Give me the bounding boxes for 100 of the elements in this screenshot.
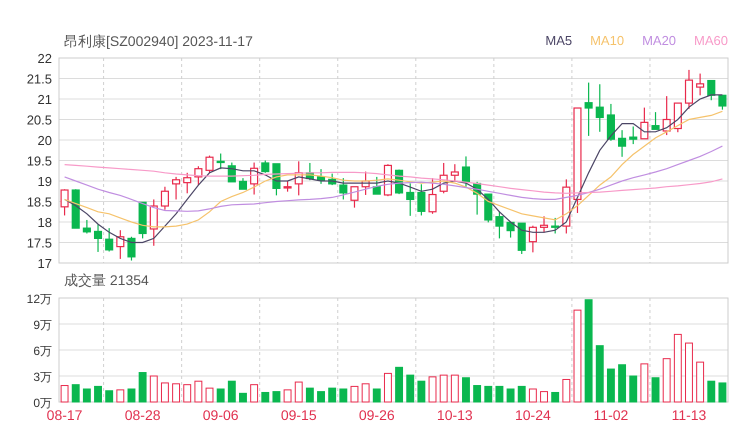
volume-bar <box>406 374 414 402</box>
x-axis-label: 10-24 <box>514 407 551 423</box>
volume-bar <box>362 383 370 402</box>
y-axis-label: 18.5 <box>26 194 52 210</box>
volume-bar <box>462 377 470 402</box>
candlestick <box>362 172 370 195</box>
candlestick <box>584 82 593 136</box>
volume-bar <box>618 364 626 402</box>
candlestick <box>450 164 459 182</box>
volume-bar <box>484 386 492 402</box>
volume-bar <box>261 392 270 402</box>
candlestick <box>160 186 169 210</box>
y-axis-label: 3万 <box>33 370 52 384</box>
volume-bar <box>473 385 482 402</box>
candlestick <box>205 156 214 173</box>
volume-bar <box>116 389 124 402</box>
volume-bar <box>194 380 202 402</box>
candlestick <box>284 181 292 192</box>
volume-title: 成交量 21354 <box>64 272 149 290</box>
volume-bar <box>272 391 280 402</box>
candlestick <box>216 154 225 170</box>
candlestick <box>316 169 326 184</box>
candlestick <box>261 160 270 173</box>
volume-bar <box>718 382 726 402</box>
candlestick <box>562 179 570 234</box>
y-axis-label: 22 <box>38 51 52 66</box>
candlestick <box>116 230 124 259</box>
candlestick <box>629 126 638 144</box>
volume-bar <box>384 372 392 402</box>
candlestick <box>484 194 492 222</box>
y-axis-label: 6万 <box>33 344 52 358</box>
volume-bar <box>450 374 459 402</box>
candlestick <box>183 172 192 194</box>
candlestick <box>640 108 648 140</box>
candlestick <box>250 162 258 195</box>
volume-bar <box>372 388 381 402</box>
volume-bar <box>428 376 436 402</box>
candlestick <box>172 176 180 200</box>
candlestick <box>339 178 348 200</box>
candlestick <box>528 226 537 252</box>
candlestick <box>606 104 615 141</box>
candlestick <box>428 178 437 214</box>
volume-bar <box>596 345 604 402</box>
candlestick <box>417 184 426 216</box>
volume-bar <box>328 388 336 402</box>
candlestick <box>651 112 660 130</box>
volume-bar <box>82 388 91 402</box>
volume-bar <box>551 392 560 402</box>
volume-bar <box>172 383 180 402</box>
volume-bar <box>150 376 158 402</box>
x-axis-label: 09-26 <box>358 407 395 423</box>
candlestick <box>60 189 69 216</box>
candlestick <box>306 162 314 180</box>
candlestick <box>540 216 548 233</box>
candlestick <box>350 186 359 208</box>
volume-bar <box>629 376 638 402</box>
candlestick <box>551 218 560 234</box>
volume-bar <box>72 384 80 402</box>
candlestick <box>684 70 694 109</box>
candlestick <box>440 162 448 194</box>
candlestick <box>518 222 526 254</box>
candlestick <box>72 189 80 229</box>
x-axis-label: 09-15 <box>280 407 317 423</box>
volume-bar <box>216 388 225 402</box>
volume-bar <box>339 388 348 402</box>
y-axis-label: 19.5 <box>26 154 52 168</box>
candlestick <box>495 211 504 238</box>
candlestick <box>462 156 470 187</box>
volume-bar <box>138 372 147 402</box>
candlestick <box>618 130 626 157</box>
x-axis-label: 08-28 <box>124 407 161 423</box>
volume-bar <box>440 374 448 402</box>
volume-bar <box>60 385 69 402</box>
volume-bar <box>128 388 136 402</box>
volume-bar <box>395 366 404 402</box>
y-axis-label: 0万 <box>33 396 52 410</box>
x-axis-label: 11-02 <box>594 407 628 423</box>
volume-bar <box>540 391 548 402</box>
y-axis-label: 17 <box>38 256 52 270</box>
y-axis-label: 12万 <box>26 292 52 306</box>
volume-bar <box>562 378 570 402</box>
volume-bar <box>662 358 671 402</box>
y-axis-label: 21.5 <box>26 72 52 86</box>
candlestick <box>473 182 482 215</box>
volume-bar <box>94 386 102 402</box>
volume-bar <box>674 334 682 402</box>
chart-title: 昂利康[SZ002940] 2023-11-17 <box>64 32 253 50</box>
volume-bar <box>696 362 704 402</box>
candlestick <box>707 80 716 100</box>
volume-bar <box>528 388 537 402</box>
candlestick <box>406 183 414 216</box>
volume-bar <box>239 392 247 402</box>
volume-bar <box>183 384 192 402</box>
x-axis-label: 09-06 <box>202 407 239 423</box>
candlestick <box>105 228 114 252</box>
y-axis-label: 19 <box>38 174 52 189</box>
volume-bar <box>640 363 648 402</box>
x-axis-label: 08-17 <box>46 407 82 423</box>
volume-bar <box>105 390 114 402</box>
volume-bar <box>228 380 236 402</box>
